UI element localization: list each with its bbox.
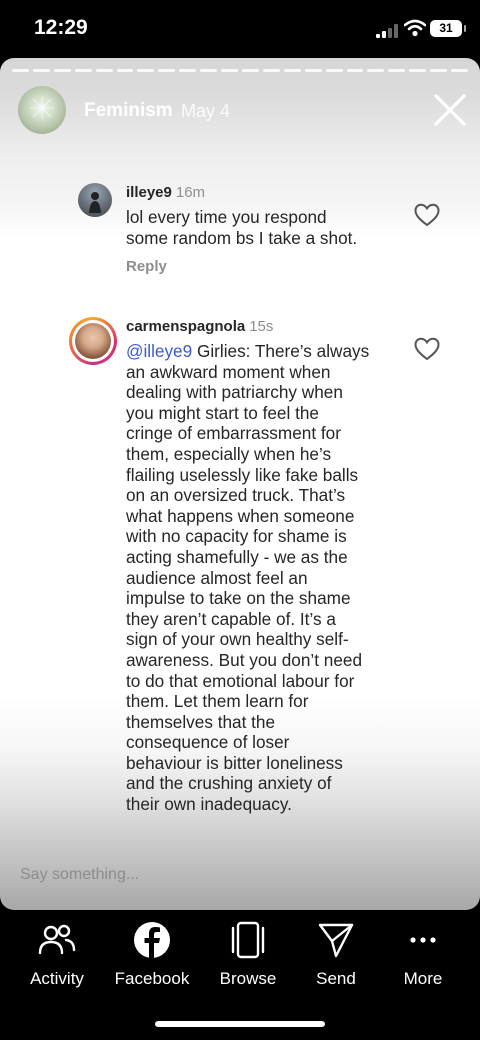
send-icon [318,923,354,958]
comment-time: 16m [175,184,206,201]
dandelion-icon [30,96,54,120]
story-title[interactable]: Feminism [84,100,173,122]
avatar-story-ring[interactable] [69,317,117,365]
wifi-icon [404,19,426,37]
comment-text: @illeye9 Girlies: There’s always an awkw… [126,341,370,815]
comment-username[interactable]: illeye9 16m [126,184,205,201]
nav-label: More [403,969,443,988]
person-silhouette-icon [89,192,101,213]
story-date: May 4 [181,101,231,121]
avatar[interactable] [78,183,112,217]
activity-icon [38,924,76,955]
say-something-input[interactable]: Say something... [20,866,139,884]
nav-label: Browse [219,969,277,988]
mention-link[interactable]: @illeye9 [126,341,192,361]
avatar [75,323,111,359]
browse-icon [231,921,265,959]
close-icon[interactable] [430,90,470,130]
story-progress-bar [12,69,468,72]
battery-indicator: 31 [430,20,466,37]
home-indicator[interactable] [155,1021,325,1027]
status-time: 12:29 [34,16,88,39]
comment-time: 15s [249,318,274,335]
more-icon [410,937,436,943]
like-heart-icon[interactable] [414,203,440,227]
nav-label: Activity [30,969,84,988]
story-avatar[interactable] [18,86,66,134]
nav-label: Send [316,969,356,988]
story-viewer[interactable]: Feminism May 4 illeye9 16m lol every time… [0,58,480,910]
comment-username[interactable]: carmenspagnola 15s [126,318,273,335]
reply-button[interactable]: Reply [126,258,167,275]
like-heart-icon[interactable] [414,337,440,361]
facebook-icon [134,922,170,958]
status-bar: 12:29 31 [0,0,480,58]
nav-label: Facebook [114,969,190,988]
comment-text: lol every time you respond some random b… [126,207,358,248]
signal-icon [376,24,398,38]
